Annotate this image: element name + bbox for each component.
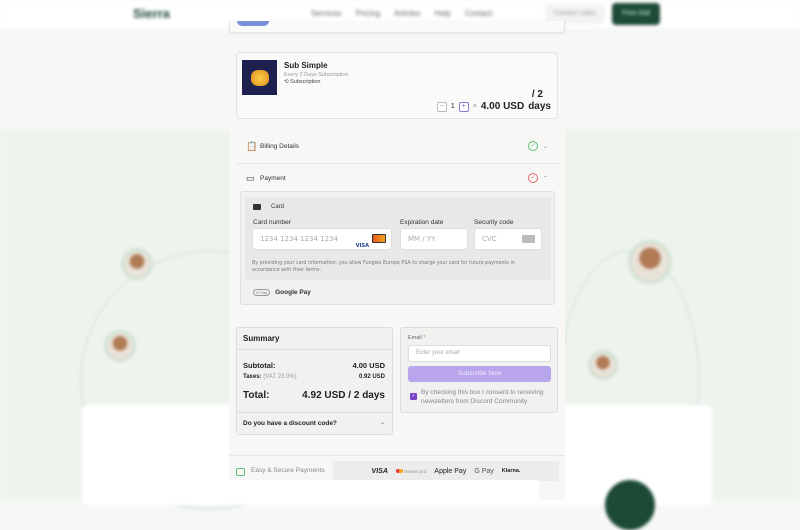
card-title: Card xyxy=(271,204,285,210)
cvc-input[interactable]: CVC xyxy=(474,228,542,250)
taxes-value: 0.92 USD xyxy=(358,374,385,380)
payment-label: Payment xyxy=(260,174,286,182)
payment-methods: Card Card number 1234 1234 1234 1234 VISA… xyxy=(240,191,555,305)
lock-icon xyxy=(236,468,245,476)
taxes-label: Taxes: xyxy=(243,374,262,380)
consent-text: By checking this box I consent to receiv… xyxy=(421,389,544,405)
divider xyxy=(237,349,392,350)
avatar xyxy=(121,248,153,280)
cvc-placeholder: CVC xyxy=(482,235,497,243)
google-pay-logo: G Pay xyxy=(474,467,494,475)
product-name: Sub Simple xyxy=(284,61,328,70)
clipboard-icon: 📋 xyxy=(246,140,258,151)
avatar xyxy=(104,330,136,362)
google-pay-option[interactable]: G Pay Google Pay xyxy=(253,289,311,296)
avatar xyxy=(628,240,672,284)
required-marker: * xyxy=(423,335,426,341)
visa-logo: VISA xyxy=(371,467,388,475)
discount-toggle[interactable]: Do you have a discount code? xyxy=(243,420,337,427)
product-tag: ⟲ Subscription xyxy=(284,79,320,85)
mastercard-circle-orange xyxy=(398,469,403,473)
quantity-value: 1 xyxy=(450,103,455,110)
google-pay-icon: G Pay xyxy=(253,289,271,296)
credit-card-icon: ▭ xyxy=(246,172,255,183)
divider xyxy=(237,412,392,413)
google-pay-label: Google Pay xyxy=(275,289,311,296)
payment-brands: VISA Mastercard Apple Pay G Pay Klarna. xyxy=(333,461,559,481)
secure-label: Easy & Secure Payments xyxy=(251,467,325,474)
nav-articles[interactable]: Articles xyxy=(394,9,420,18)
check-complete-icon: ✓ xyxy=(528,141,538,151)
card-number-placeholder: 1234 1234 1234 1234 xyxy=(260,235,338,243)
email-input[interactable]: Enter your email xyxy=(408,345,551,362)
nav-contact[interactable]: Contact xyxy=(465,9,493,18)
product-subtitle: Every 2 Days Subscription xyxy=(284,72,349,78)
billing-details-label: Billing Details xyxy=(260,142,300,150)
cvc-card-icon xyxy=(522,235,535,243)
checkout-top-card xyxy=(229,21,565,33)
free-trial-button[interactable]: Free trial xyxy=(612,3,660,25)
card-icon xyxy=(253,204,261,210)
card-number-label: Card number xyxy=(253,219,291,226)
expiration-label: Expiration date xyxy=(400,219,444,226)
multiply-sign: × xyxy=(472,103,477,110)
summary-title: Summary xyxy=(243,334,280,343)
total-value: 4.92 USD / 2 days xyxy=(302,390,385,401)
nav-services[interactable]: Services xyxy=(311,9,342,18)
period-bottom: days xyxy=(528,101,551,112)
apple-pay-logo: Apple Pay xyxy=(434,467,467,475)
card-terms: By providing your card information, you … xyxy=(252,261,515,273)
mastercard-logo: Mastercard xyxy=(395,468,427,474)
email-card: Email * Enter your email Subscribe Now ✓… xyxy=(400,327,558,413)
nav-pricing[interactable]: Pricing xyxy=(356,9,380,18)
site-logo: Sierra xyxy=(133,6,170,21)
background-card xyxy=(229,480,539,500)
check-pending-icon: ✓ xyxy=(528,173,538,183)
nav-help[interactable]: Help xyxy=(434,9,450,18)
card-number-input[interactable]: 1234 1234 1234 1234 VISA xyxy=(252,228,392,250)
subtotal-value: 4.00 USD xyxy=(352,361,385,370)
avatar xyxy=(588,350,618,380)
secure-payments: Easy & Secure Payments xyxy=(236,465,325,476)
decrement-button[interactable]: − xyxy=(436,101,447,112)
quantity-stepper: − 1 + × 4.00 USD days xyxy=(436,101,551,112)
payment-section[interactable]: ▭ Payment ✓ ⌃ xyxy=(236,163,558,193)
site-nav: Services Pricing Articles Help Contact xyxy=(311,9,492,18)
subscribe-button[interactable]: Subscribe Now xyxy=(408,366,551,382)
total-label: Total: xyxy=(243,390,270,401)
card-method: Card Card number 1234 1234 1234 1234 VISA… xyxy=(245,197,551,280)
avatar xyxy=(605,480,655,530)
chevron-down-icon: ⌄ xyxy=(542,143,548,150)
security-code-label: Security code xyxy=(474,219,514,226)
product-image xyxy=(242,60,277,95)
product-price: 4.00 USD xyxy=(480,101,525,112)
product-card: Sub Simple Every 2 Days Subscription ⟲ S… xyxy=(236,52,558,119)
billing-details-section[interactable]: 📋 Billing Details ✓ ⌄ xyxy=(236,131,558,161)
klarna-logo: Klarna. xyxy=(501,468,521,474)
top-button[interactable] xyxy=(237,21,269,26)
chevron-down-icon: ⌄ xyxy=(379,420,385,426)
period-top: / 2 xyxy=(531,89,543,100)
chevron-up-icon: ⌃ xyxy=(542,175,548,182)
mastercard-icon xyxy=(372,234,386,243)
visa-icon: VISA xyxy=(355,243,369,249)
mastercard-label: Mastercard xyxy=(403,468,427,474)
vat-rate: (VAT 23.0%) xyxy=(263,374,297,380)
consent-checkbox[interactable]: ✓ xyxy=(410,393,417,400)
email-label: Email xyxy=(408,335,422,341)
coins-icon xyxy=(250,69,269,86)
subtotal-label: Subtotal: xyxy=(243,361,276,370)
expiration-input[interactable]: MM / YY xyxy=(400,228,468,250)
summary-card: Summary Subtotal: 4.00 USD Taxes: (VAT 2… xyxy=(236,327,393,435)
product-tag-label: Subscription xyxy=(290,79,321,85)
increment-button[interactable]: + xyxy=(458,101,469,112)
